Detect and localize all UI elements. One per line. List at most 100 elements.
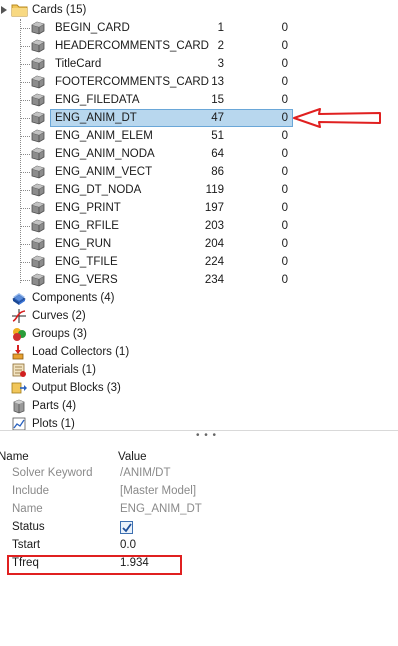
card-icon	[31, 165, 45, 179]
splitter-grip[interactable]: • • •	[196, 430, 217, 441]
card-row[interactable]: TitleCard 3 0	[0, 55, 398, 73]
card-id: 86	[211, 166, 224, 178]
card-name: HEADERCOMMENTS_CARD	[55, 40, 209, 52]
tree-guide-branch	[21, 280, 30, 281]
card-name: ENG_ANIM_VECT	[55, 166, 153, 178]
card-include-value: 0	[281, 76, 288, 88]
tree-guide-branch	[21, 82, 30, 83]
card-row[interactable]: ENG_ANIM_NODA 64 0	[0, 145, 398, 163]
card-include-value: 0	[281, 58, 288, 70]
card-row[interactable]: FOOTERCOMMENTS_CARD 13 0	[0, 73, 398, 91]
cards-folder-label: Cards (15)	[32, 4, 87, 16]
tree-category-output-blocks[interactable]: Output Blocks (3)	[0, 379, 398, 397]
card-row[interactable]: ENG_RUN 204 0	[0, 235, 398, 253]
card-id: 204	[204, 238, 224, 250]
property-row-tstart[interactable]: Tstart 0.0	[0, 536, 398, 554]
property-key: Status	[12, 521, 45, 533]
groups-icon	[13, 328, 26, 341]
card-id: 234	[204, 274, 224, 286]
card-id: 197	[204, 202, 224, 214]
card-row[interactable]: ENG_RFILE 203 0	[0, 217, 398, 235]
card-icon	[31, 255, 45, 269]
card-row[interactable]: HEADERCOMMENTS_CARD 2 0	[0, 37, 398, 55]
card-include-value: 0	[281, 130, 288, 142]
card-row[interactable]: ENG_TFILE 224 0	[0, 253, 398, 271]
load-collectors-icon	[12, 345, 24, 360]
tree-guide-branch	[21, 28, 30, 29]
card-include-value: 0	[281, 112, 288, 124]
collapse-triangle-icon[interactable]	[0, 5, 8, 15]
tree-category-parts[interactable]: Parts (4)	[0, 397, 398, 415]
card-icon	[31, 111, 45, 125]
tree-category-groups[interactable]: Groups (3)	[0, 325, 398, 343]
card-include-value: 0	[281, 256, 288, 268]
card-name: ENG_RFILE	[55, 220, 119, 232]
property-row-status[interactable]: Status	[0, 518, 398, 536]
card-row[interactable]: ENG_ANIM_ELEM 51 0	[0, 127, 398, 145]
card-row[interactable]: ENG_VERS 234 0	[0, 271, 398, 289]
card-name: BEGIN_CARD	[55, 22, 130, 34]
property-key: Name	[12, 503, 43, 515]
card-name: ENG_TFILE	[55, 256, 118, 268]
card-name: ENG_ANIM_ELEM	[55, 130, 153, 142]
tree-guide-branch	[21, 136, 30, 137]
checkmark-icon	[122, 523, 132, 533]
card-name: ENG_RUN	[55, 238, 112, 250]
model-browser-tree: Cards (15) BEGIN_CARD 1 0 HEADERCOMMENTS_CA…	[0, 0, 398, 431]
card-row[interactable]: ENG_PRINT 197 0	[0, 199, 398, 217]
card-icon	[31, 75, 45, 89]
card-icon	[31, 57, 45, 71]
card-row[interactable]: ENG_ANIM_VECT 86 0	[0, 163, 398, 181]
status-checkbox[interactable]	[120, 521, 133, 534]
card-include-value: 0	[281, 274, 288, 286]
category-label: Load Collectors (1)	[32, 346, 130, 358]
card-include-value: 0	[281, 238, 288, 250]
card-id: 64	[211, 148, 224, 160]
tree-guide-branch	[21, 64, 30, 65]
property-row-name[interactable]: Name ENG_ANIM_DT	[0, 500, 398, 518]
category-label: Groups (3)	[32, 328, 87, 340]
card-icon	[31, 147, 45, 161]
card-include-value: 0	[281, 40, 288, 52]
tree-category-load-collectors[interactable]: Load Collectors (1)	[0, 343, 398, 361]
tree-guide-branch	[21, 190, 30, 191]
property-value: [Master Model]	[120, 485, 197, 497]
card-icon	[31, 219, 45, 233]
card-icon	[31, 93, 45, 107]
materials-icon	[12, 363, 26, 377]
card-name: ENG_PRINT	[55, 202, 121, 214]
card-row[interactable]: ENG_DT_NODA 119 0	[0, 181, 398, 199]
card-include-value: 0	[281, 166, 288, 178]
card-include-value: 0	[281, 184, 288, 196]
card-name: ENG_ANIM_NODA	[55, 148, 155, 160]
tree-guide-branch	[21, 262, 30, 263]
card-include-value: 0	[281, 22, 288, 34]
card-icon	[31, 39, 45, 53]
tree-guide-branch	[21, 208, 30, 209]
property-value: /ANIM/DT	[120, 467, 171, 479]
property-value: ENG_ANIM_DT	[120, 503, 202, 515]
card-row[interactable]: BEGIN_CARD 1 0	[0, 19, 398, 37]
card-include-value: 0	[281, 220, 288, 232]
tree-folder-cards[interactable]: Cards (15)	[0, 1, 398, 19]
card-icon	[31, 183, 45, 197]
card-name: FOOTERCOMMENTS_CARD	[55, 76, 209, 88]
card-id: 1	[217, 22, 224, 34]
property-value[interactable]: 0.0	[120, 536, 136, 554]
card-icon	[31, 201, 45, 215]
property-key: Include	[12, 485, 50, 497]
card-name: ENG_FILEDATA	[55, 94, 140, 106]
property-row-solver-keyword[interactable]: Solver Keyword/ANIM/DT	[0, 464, 398, 482]
output-blocks-icon	[11, 382, 27, 394]
panel-splitter[interactable]: • • •	[0, 430, 398, 442]
tree-guide-branch	[21, 154, 30, 155]
tree-guide-branch	[21, 244, 30, 245]
property-row-include[interactable]: Include [Master Model]	[0, 482, 398, 500]
tree-guide-branch	[21, 172, 30, 173]
card-include-value: 0	[281, 148, 288, 160]
tree-guide-branch	[21, 226, 30, 227]
card-name: TitleCard	[55, 58, 102, 70]
tree-category-components[interactable]: Components (4)	[0, 289, 398, 307]
tree-category-materials[interactable]: Materials (1)	[0, 361, 398, 379]
tree-category-curves[interactable]: Curves (2)	[0, 307, 398, 325]
